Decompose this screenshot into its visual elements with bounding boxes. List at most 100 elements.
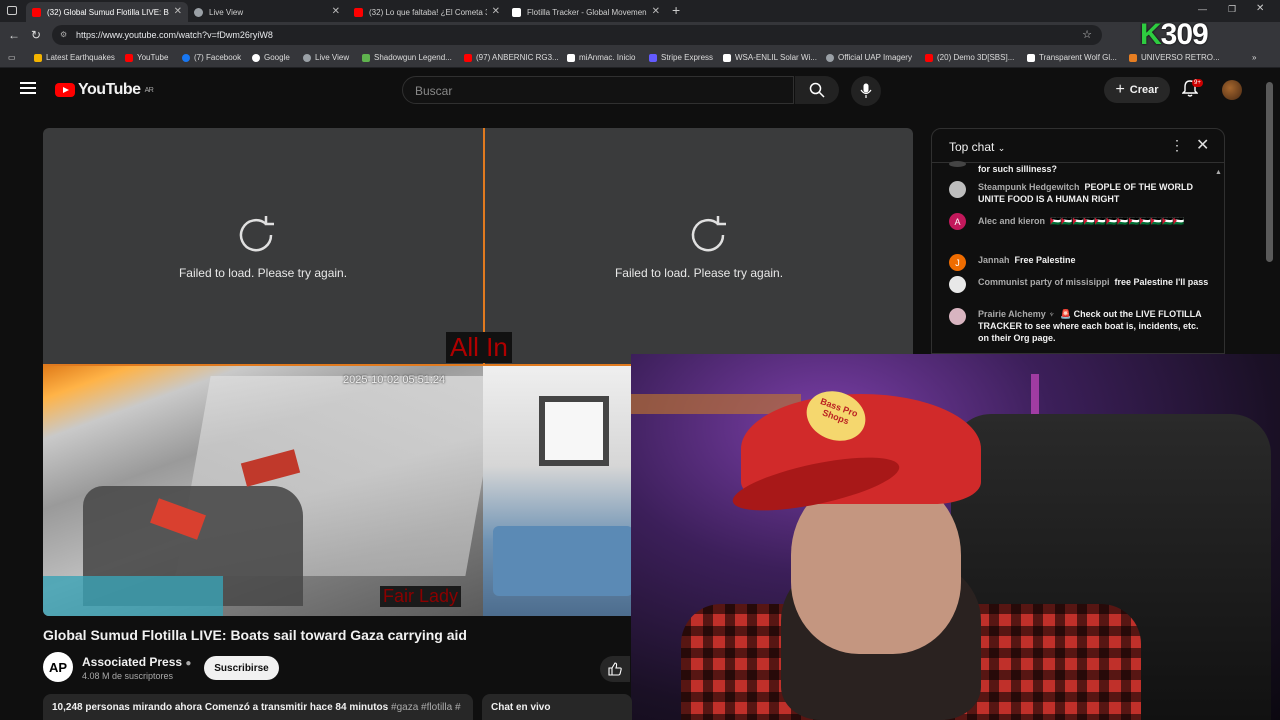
streamer-webcam-overlay: Bass Pro Shops — [631, 354, 1280, 720]
live-chat-button[interactable]: Chat en vivo — [482, 694, 632, 720]
bookmark-item[interactable]: Google — [252, 53, 290, 62]
address-bar[interactable]: ⚙ https://www.youtube.com/watch?v=fDwm26… — [52, 25, 1102, 45]
tab-title: Flotilla Tracker - Global Movemen — [527, 7, 647, 17]
close-tab-icon[interactable]: ✕ — [652, 6, 660, 17]
bookmark-item[interactable]: Shadowgun Legend... — [362, 53, 452, 62]
chat-avatar — [949, 161, 966, 167]
bookmark-item[interactable]: (97) ANBERNIC RG3... — [464, 53, 559, 62]
close-tab-icon[interactable]: ✕ — [492, 6, 500, 17]
left-embed-pane: Failed to load. Please try again. — [43, 128, 483, 364]
youtube-favicon-icon — [32, 7, 41, 17]
create-button[interactable]: + Crear — [1104, 77, 1170, 103]
bookmark-item[interactable]: Transparent Wolf Gl... — [1027, 53, 1117, 62]
bookmark-item[interactable]: Official UAP Imagery — [826, 53, 912, 62]
search-input[interactable]: Buscar — [402, 76, 794, 104]
boat-deck-camera-feed — [43, 366, 501, 616]
browser-window-icon[interactable] — [7, 6, 17, 15]
load-error-message: Failed to load. Please try again. — [614, 266, 784, 280]
browser-tab-2[interactable]: Live View ✕ — [188, 2, 346, 22]
browser-tab-4[interactable]: Flotilla Tracker - Global Movemen ✕ — [506, 2, 666, 22]
camera-timestamp: 2025-10-02 05:51:24 — [343, 374, 446, 386]
top-chat-dropdown[interactable]: Top chat ⌄ — [949, 140, 1005, 154]
chat-message: Prairie Alchemy ♆ 🚨 Check out the LIVE FL… — [949, 308, 1209, 344]
more-bookmarks-icon[interactable]: » — [1252, 53, 1256, 62]
reload-icon[interactable]: ↻ — [31, 28, 41, 42]
subscribe-button[interactable]: Suscribirse — [204, 656, 279, 680]
reload-icon[interactable] — [233, 212, 279, 258]
chat-avatar — [949, 181, 966, 198]
boat-cabin-camera-feed — [483, 366, 633, 616]
description-hashtags[interactable]: #gaza #flotilla # — [391, 702, 461, 713]
bookmark-label: Shadowgun Legend... — [374, 53, 452, 62]
page-scrollbar[interactable] — [1266, 82, 1273, 262]
region-code: AR — [144, 86, 154, 94]
r-logo-icon — [567, 53, 575, 62]
chat-author: Communist party of missisippi — [978, 277, 1110, 287]
youtube-favicon-icon — [354, 7, 363, 17]
bookmarks-menu-icon[interactable]: ▭ — [8, 53, 16, 62]
bookmark-item[interactable]: Latest Earthquakes — [34, 53, 115, 62]
back-arrow-icon[interactable]: ← — [8, 28, 20, 42]
channel-name[interactable]: Associated Press ● — [82, 655, 191, 669]
channel-avatar[interactable]: AP — [43, 652, 73, 682]
bookmark-label: Live View — [315, 53, 350, 62]
url-text: https://www.youtube.com/watch?v=fDwm26ry… — [76, 30, 273, 40]
create-label: Crear — [1129, 84, 1159, 96]
noaa-icon — [723, 53, 731, 62]
bookmark-item[interactable]: miAnmac. Inicio — [567, 53, 635, 62]
cabin-window-shape — [539, 396, 609, 466]
description-box[interactable]: 10,248 personas mirando ahora Comenzó a … — [43, 694, 473, 720]
browser-toolbar: ← ↻ ⚙ https://www.youtube.com/watch?v=fD… — [0, 22, 1280, 48]
google-icon — [252, 53, 260, 62]
chat-message: A Alec and kieron 🇵🇸🇵🇸🇵🇸🇵🇸🇵🇸🇵🇸🇵🇸🇵🇸🇵🇸🇵🇸🇵🇸🇵… — [949, 213, 1209, 230]
tab-title: Live View — [209, 7, 244, 17]
new-tab-button[interactable]: + — [672, 2, 680, 18]
chat-author: Prairie Alchemy ♆ — [978, 309, 1055, 319]
bookmark-item[interactable]: (7) Facebook — [182, 53, 241, 62]
youtube-icon — [925, 53, 933, 62]
counter-prefix: K — [1140, 18, 1162, 51]
reload-icon[interactable] — [685, 212, 731, 258]
channel-name-text: Associated Press — [82, 655, 183, 669]
restore-window-button[interactable]: ❐ — [1228, 4, 1236, 15]
account-avatar[interactable] — [1222, 80, 1242, 100]
globe-favicon-icon — [194, 7, 203, 17]
close-icon[interactable]: ✕ — [1196, 135, 1209, 155]
bookmark-label: Latest Earthquakes — [46, 53, 115, 62]
bookmark-item[interactable]: WSA-ENLIL Solar Wi... — [723, 53, 817, 62]
cabin-cushion-shape — [493, 526, 633, 596]
bookmark-label: (7) Facebook — [194, 53, 242, 62]
logo-text: YouTube — [78, 81, 141, 98]
browser-tab-3[interactable]: (32) Lo que faltaba! ¿El Cometa 3I ✕ — [348, 2, 506, 22]
hamburger-menu-icon[interactable] — [20, 82, 36, 94]
bookmark-item[interactable]: Live View — [303, 53, 349, 62]
facebook-icon — [182, 53, 190, 62]
like-button[interactable] — [600, 656, 630, 682]
page-icon — [1027, 53, 1035, 62]
bookmark-item[interactable]: UNIVERSO RETRO... — [1129, 53, 1220, 62]
voice-search-button[interactable] — [851, 76, 881, 106]
chat-message-text: free Palestine I'll pass — [1114, 277, 1209, 287]
close-window-button[interactable]: ✕ — [1256, 3, 1264, 14]
youtube-play-icon — [55, 83, 75, 97]
bookmark-item[interactable]: (20) Demo 3D[SBS]... — [925, 53, 1014, 62]
bookmark-label: (20) Demo 3D[SBS]... — [937, 53, 1015, 62]
minimize-window-button[interactable]: — — [1198, 4, 1207, 14]
bookmark-item[interactable]: YouTube — [125, 53, 168, 62]
youtube-logo[interactable]: YouTube AR — [55, 81, 154, 99]
search-button[interactable] — [795, 76, 839, 104]
bookmark-item[interactable]: Stripe Express — [649, 53, 713, 62]
close-tab-icon[interactable]: ✕ — [332, 6, 340, 17]
bookmark-label: YouTube — [137, 53, 169, 62]
chat-author: Steampunk Hedgewitch — [978, 182, 1080, 192]
chat-message-text: Free Palestine — [1014, 255, 1076, 265]
chat-header: Top chat ⌄ ⋮ ✕ — [932, 129, 1224, 163]
microphone-icon — [860, 83, 872, 98]
more-options-icon[interactable]: ⋮ — [1170, 137, 1184, 154]
bookmark-star-icon[interactable]: ☆ — [1082, 28, 1092, 41]
browser-tab-1[interactable]: (32) Global Sumud Flotilla LIVE: B ✕ — [26, 2, 188, 22]
chat-scroll-up-icon[interactable]: ▲ — [1215, 169, 1222, 176]
verified-check-icon: ● — [185, 658, 192, 669]
site-info-icon[interactable]: ⚙ — [60, 30, 67, 39]
close-tab-icon[interactable]: ✕ — [174, 6, 182, 17]
